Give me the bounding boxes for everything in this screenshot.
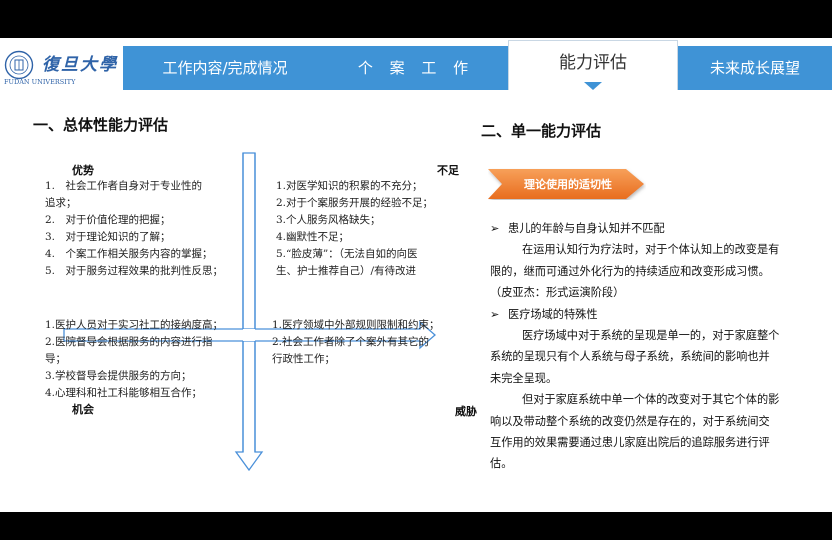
seal-icon (4, 50, 34, 80)
bullet-line: ➢ 医疗场域的特殊性 (490, 304, 808, 325)
list-item: 生、护士推荐自己）/有待改进 (276, 265, 417, 277)
text-line: 但对于家庭系统中单一个体的改变对于其它个体的影 (522, 393, 780, 407)
arrow-bullet-icon: ➢ (490, 222, 500, 235)
list-item: 导； (45, 353, 66, 365)
list-item: 4.幽默性不足； (276, 231, 350, 243)
opportunities-label: 机会 (72, 403, 94, 416)
list-item: 4. 个案工作相关服务内容的掌握； (45, 248, 213, 260)
logo-chinese-name: 復旦大學 (42, 55, 118, 75)
text-line: 未完全呈现。 (490, 371, 558, 385)
text-line: 医疗场域中对于系统的呈现是单一的，对于家庭整个 (522, 329, 780, 343)
list-item: 5.“脸皮薄”：（无法自如的向医 (276, 248, 418, 260)
list-item: 3.个人服务风格缺失； (276, 214, 381, 226)
list-item: 2.社会工作者除了个案外有其它的 (272, 336, 430, 348)
weaknesses-label: 不足 (437, 164, 459, 177)
text-line: 估。 (490, 457, 513, 471)
list-item: 行政性工作； (272, 353, 335, 365)
list-item: 1.医疗领域中外部规则限制和约束； (272, 319, 440, 331)
tab-work-content[interactable]: 工作内容/完成情况 (123, 46, 327, 90)
list-item: 2. 对于价值伦理的把握； (45, 214, 171, 226)
text-line: 限的，继而可通过外化行为的持续适应和改变形成习惯。 (490, 264, 770, 278)
list-item: 1. 社会工作者自身对于专业性的 (45, 180, 203, 192)
text-line: 在运用认知行为疗法时，对于个体认知上的改变是有 (522, 243, 780, 257)
list-item: 3.学校督导会提供服务的方向； (45, 370, 192, 382)
list-item: 1.对医学知识的积累的不充分； (276, 180, 423, 192)
strengths-label: 优势 (72, 164, 94, 177)
active-tab-caret-icon (584, 82, 602, 90)
tag-label: 理论使用的适切性 (524, 178, 612, 191)
tab-case-work[interactable]: 个 案 工 作 (327, 46, 505, 90)
text-line: 医疗场域的特殊性 (508, 307, 598, 321)
list-item: 1.医护人员对于实习社工的接纳度高； (45, 319, 224, 331)
list-item: 2.对于个案服务开展的经验不足； (276, 197, 434, 209)
university-logo: 復旦大學 FUDAN UNIVERSITY (4, 46, 122, 88)
assessment-text: ➢ 患儿的年龄与自身认知并不匹配 在运用认知行为疗法时，对于个体认知上的改变是有 … (490, 218, 808, 475)
weaknesses-list: 1.对医学知识的积累的不充分； 2.对于个案服务开展的经验不足； 3.个人服务风… (276, 178, 466, 280)
strengths-list: 1. 社会工作者自身对于专业性的 追求； 2. 对于价值伦理的把握； 3. 对于… (45, 178, 245, 280)
list-item: 5. 对于服务过程效果的批判性反思； (45, 265, 224, 277)
section-title-single: 二、单一能力评估 (481, 122, 602, 140)
text-line: （皮亚杰：形式运演阶段） (490, 286, 625, 300)
slide: 復旦大學 FUDAN UNIVERSITY 工作内容/完成情况 个 案 工 作 … (0, 38, 832, 512)
list-item: 追求； (45, 197, 77, 209)
logo-english-name: FUDAN UNIVERSITY (4, 78, 76, 86)
text-line: 响以及带动整个系统的改变仍然是存在的，对于系统间交 (490, 414, 770, 428)
threats-label: 威胁 (455, 405, 477, 418)
text-line: 系统的呈现只有个人系统与母子系统，系统间的影响也并 (490, 350, 770, 364)
list-item: 2.医院督导会根据服务的内容进行指 (45, 336, 213, 348)
bullet-line: ➢ 患儿的年龄与自身认知并不匹配 (490, 218, 808, 239)
threats-list: 1.医疗领域中外部规则限制和约束； 2.社会工作者除了个案外有其它的 行政性工作… (272, 317, 467, 368)
section-title-overall: 一、总体性能力评估 (33, 116, 169, 134)
text-line: 患儿的年龄与自身认知并不匹配 (508, 222, 665, 235)
list-item: 3. 对于理论知识的了解； (45, 231, 171, 243)
tab-future-outlook[interactable]: 未来成长展望 (678, 46, 832, 90)
opportunities-list: 1.医护人员对于实习社工的接纳度高； 2.医院督导会根据服务的内容进行指 导； … (45, 317, 245, 402)
text-line: 互作用的效果需要通过患儿家庭出院后的追踪服务进行评 (490, 436, 770, 450)
arrow-bullet-icon: ➢ (490, 307, 500, 321)
list-item: 4.心理科和社工科能够相互合作； (45, 387, 203, 399)
